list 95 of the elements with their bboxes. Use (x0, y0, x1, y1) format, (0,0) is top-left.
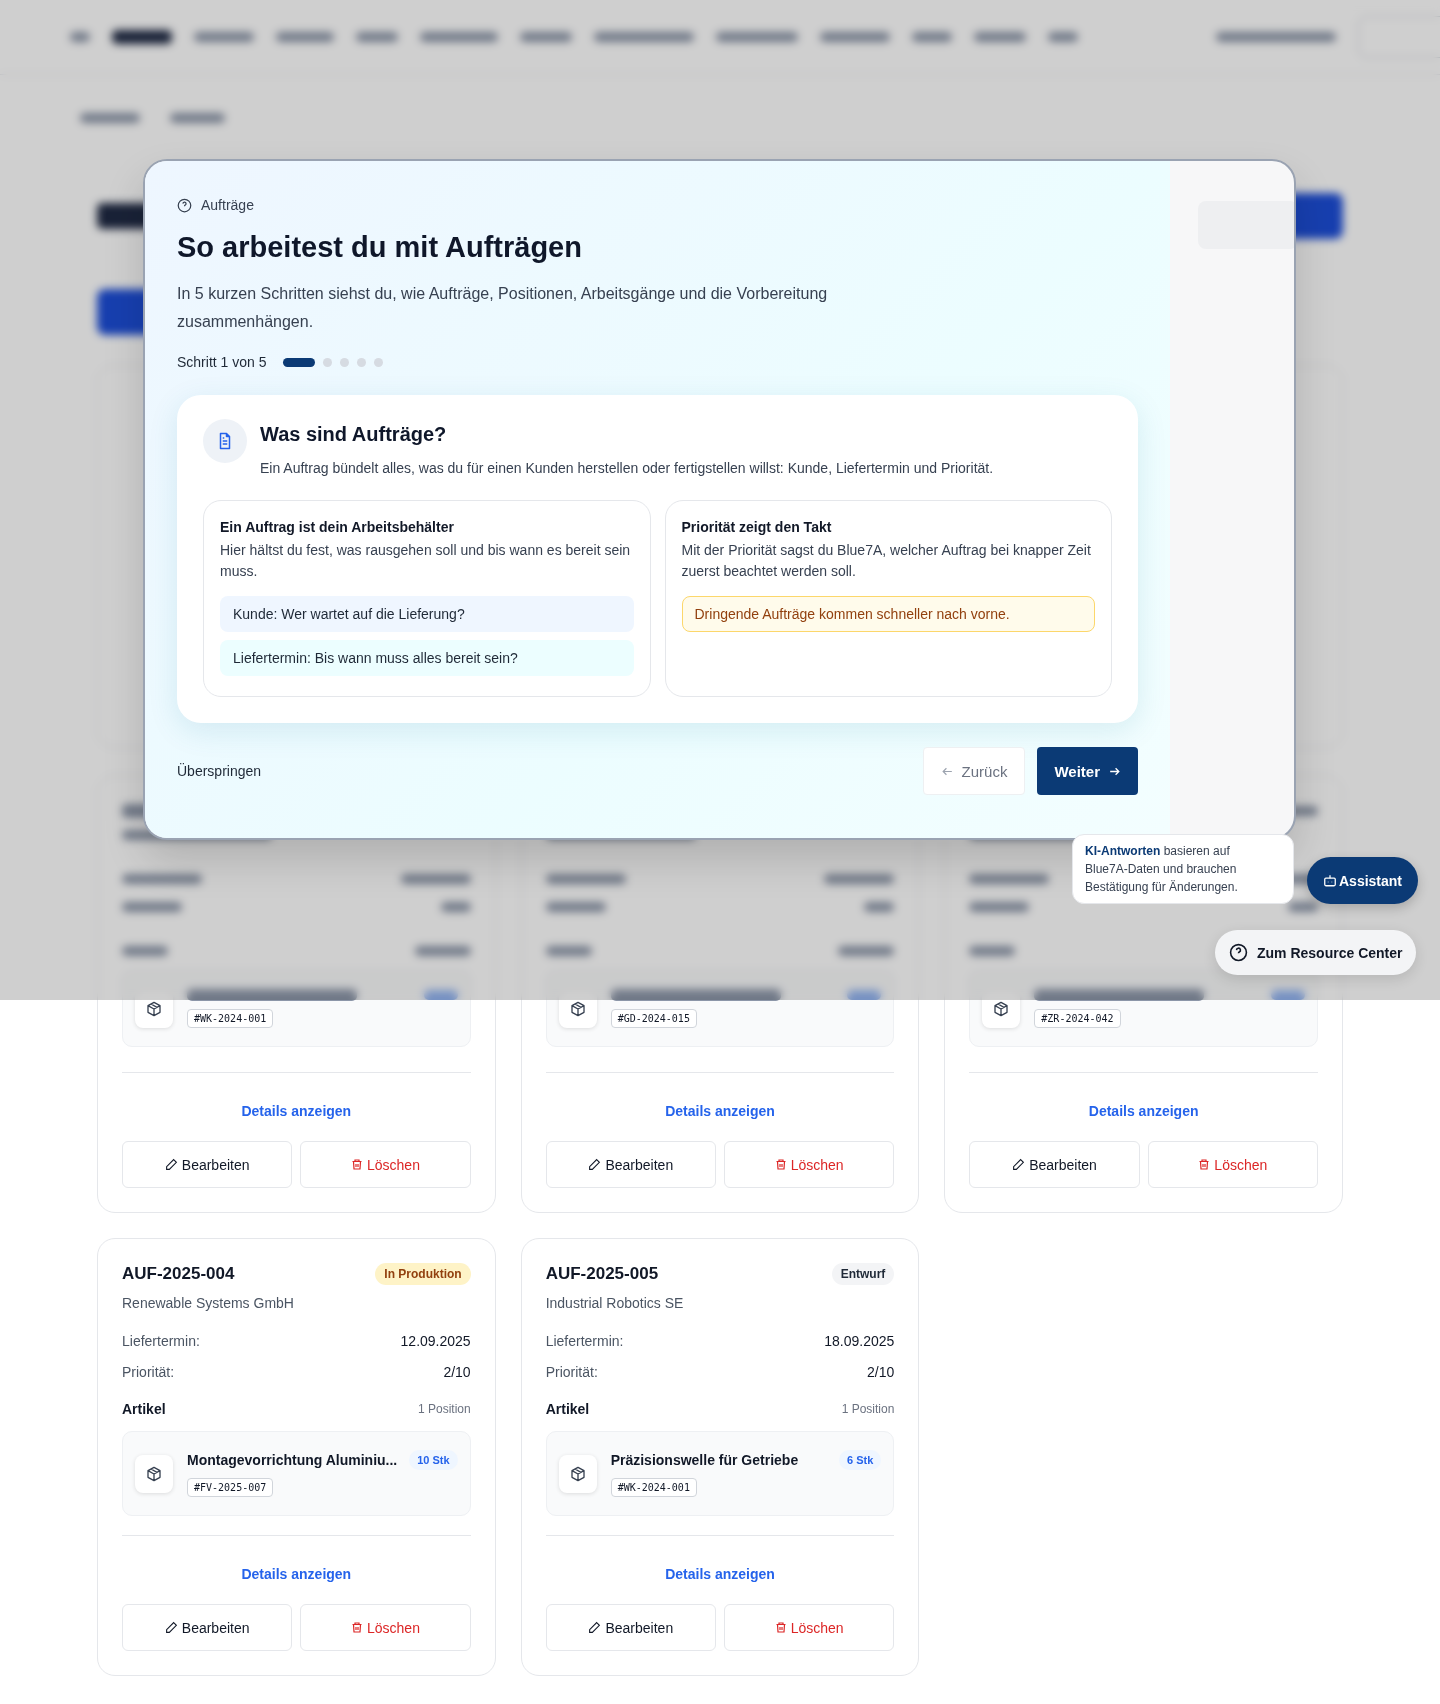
item-code: #FV-2025-007 (187, 1478, 274, 1497)
help-icon (1229, 943, 1248, 962)
field-value: 18.09.2025 (824, 1333, 895, 1349)
details-link[interactable]: Details anzeigen (545, 1566, 895, 1582)
field-label: Liefertermin: (545, 1333, 624, 1349)
panel-text: Hier hältst du fest, was rausgehen soll und bis wann es bereit sein muss. (220, 541, 632, 581)
section-title: Artikel (122, 1401, 166, 1417)
order-number: AUF-2025-005 (545, 1264, 659, 1284)
resource-center-button[interactable]: Zum Resource Center (1215, 930, 1417, 975)
status-badge: Entwurf (831, 1263, 895, 1285)
placeholder-bar (912, 32, 952, 42)
details-link[interactable]: Details anzeigen (122, 1103, 471, 1119)
placeholder-bar (70, 32, 90, 42)
note: Liefertermin: Bis wann muss alles bereit sein? (220, 640, 634, 676)
box-icon (558, 1454, 597, 1493)
item-code: #WK-2024-001 (187, 1009, 274, 1028)
assistant-button[interactable]: Assistant (1307, 857, 1419, 904)
field-label: Priorität: (545, 1364, 598, 1380)
trash-icon (351, 1621, 363, 1634)
position-count: 1 Position (417, 1402, 471, 1416)
placeholder-bar (356, 32, 398, 42)
placeholder-bar (170, 113, 225, 123)
card-title: Was sind Aufträge? (260, 423, 448, 446)
delete-button[interactable]: Löschen (300, 1141, 471, 1188)
placeholder-bar (820, 32, 890, 42)
edit-button[interactable]: Bearbeiten (122, 1604, 293, 1651)
pencil-icon (164, 1621, 178, 1634)
details-link[interactable]: Details anzeigen (545, 1103, 895, 1119)
box-icon (558, 989, 597, 1028)
placeholder-bar (1271, 990, 1305, 1000)
placeholder-bar (847, 990, 882, 1000)
card-text: Ein Auftrag bündelt alles, was du für einen Kunden herstellen oder fertigstellen willst: Kunde, Liefertermin und Priorität. (260, 460, 994, 476)
document-icon (203, 419, 247, 463)
field-value: 2/10 (443, 1364, 471, 1380)
placeholder-bar (423, 990, 458, 1000)
edit-button[interactable]: Bearbeiten (545, 1604, 716, 1651)
panel-text: Mit der Priorität sagst du Blue7A, welcher Auftrag bei knapper Zeit zuerst beachtet werden soll. (681, 541, 1092, 581)
quantity-badge: 6 Stk (839, 1450, 882, 1470)
field-value: 12.09.2025 (400, 1333, 471, 1349)
item-name: Präzisionswelle für Getriebe (610, 1452, 799, 1468)
delete-button[interactable]: Löschen (724, 1604, 895, 1651)
trash-icon (351, 1158, 363, 1171)
next-button[interactable]: Weiter (1037, 747, 1138, 795)
edit-button[interactable]: Bearbeiten (122, 1141, 293, 1188)
skip-link[interactable]: Überspringen (177, 763, 262, 779)
trash-icon (774, 1158, 787, 1171)
customer-name: Industrial Robotics SE (545, 1295, 685, 1311)
help-icon (177, 197, 192, 213)
placeholder-bar (974, 32, 1026, 42)
edit-button[interactable]: Bearbeiten (969, 1141, 1140, 1188)
item-code: #GD-2024-015 (610, 1009, 697, 1028)
placeholder-bar (194, 32, 254, 42)
details-link[interactable]: Details anzeigen (122, 1566, 471, 1582)
assistant-hint: KI-Antworten basieren auf Blue7A-Daten und brauchen Bestätigung für Änderungen. (1072, 834, 1294, 904)
field-label: Priorität: (122, 1364, 175, 1380)
trash-icon (774, 1621, 787, 1634)
edit-button[interactable]: Bearbeiten (545, 1141, 716, 1188)
box-icon (135, 989, 173, 1028)
dialog-title: So arbeitest du mit Aufträgen (177, 231, 583, 264)
item-code: #WK-2024-001 (610, 1478, 697, 1497)
note: Kunde: Wer wartet auf die Lieferung? (220, 596, 634, 632)
section-title: Artikel (545, 1401, 590, 1417)
quantity-badge: 10 Stk (409, 1450, 458, 1470)
customer-name: Renewable Systems GmbH (122, 1295, 295, 1311)
order-number: AUF-2025-004 (122, 1264, 235, 1284)
trash-icon (1198, 1158, 1211, 1171)
placeholder-bar (276, 32, 334, 42)
dialog-intro: In 5 kurzen Schritten siehst du, wie Aufträge, Positionen, Arbeitsgänge und die Vorbereitung zusammenhängen. (177, 284, 829, 332)
robot-icon (1323, 874, 1337, 887)
delete-button[interactable]: Löschen (724, 1141, 895, 1188)
details-link[interactable]: Details anzeigen (969, 1103, 1318, 1119)
placeholder-bar (1048, 32, 1078, 42)
dialog-eyebrow: Aufträge (201, 197, 254, 213)
panel-title: Ein Auftrag ist dein Arbeitsbehälter (220, 519, 455, 535)
field-label: Liefertermin: (122, 1333, 200, 1349)
step-label: Schritt 1 von 5 (177, 354, 267, 370)
box-icon (982, 989, 1021, 1028)
item-code: #ZR-2024-042 (1034, 1009, 1121, 1028)
pencil-icon (588, 1621, 602, 1634)
position-count: 1 Position (841, 1402, 895, 1416)
item-name: Montagevorrichtung Aluminiu... (187, 1452, 398, 1468)
delete-button[interactable]: Löschen (1147, 1141, 1318, 1188)
pencil-icon (588, 1158, 602, 1171)
placeholder-bar (520, 32, 572, 42)
status-badge: In Produktion (375, 1263, 471, 1285)
placeholder-bar (112, 30, 172, 44)
box-icon (135, 1454, 173, 1493)
back-button[interactable]: Zurück (922, 747, 1026, 795)
pencil-icon (1012, 1158, 1026, 1171)
note: Dringende Aufträge kommen schneller nach vorne. (681, 596, 1095, 632)
field-value: 2/10 (867, 1364, 895, 1380)
panel-title: Priorität zeigt den Takt (681, 519, 833, 535)
delete-button[interactable]: Löschen (300, 1604, 471, 1651)
pencil-icon (164, 1158, 178, 1171)
placeholder-bar (80, 113, 140, 123)
